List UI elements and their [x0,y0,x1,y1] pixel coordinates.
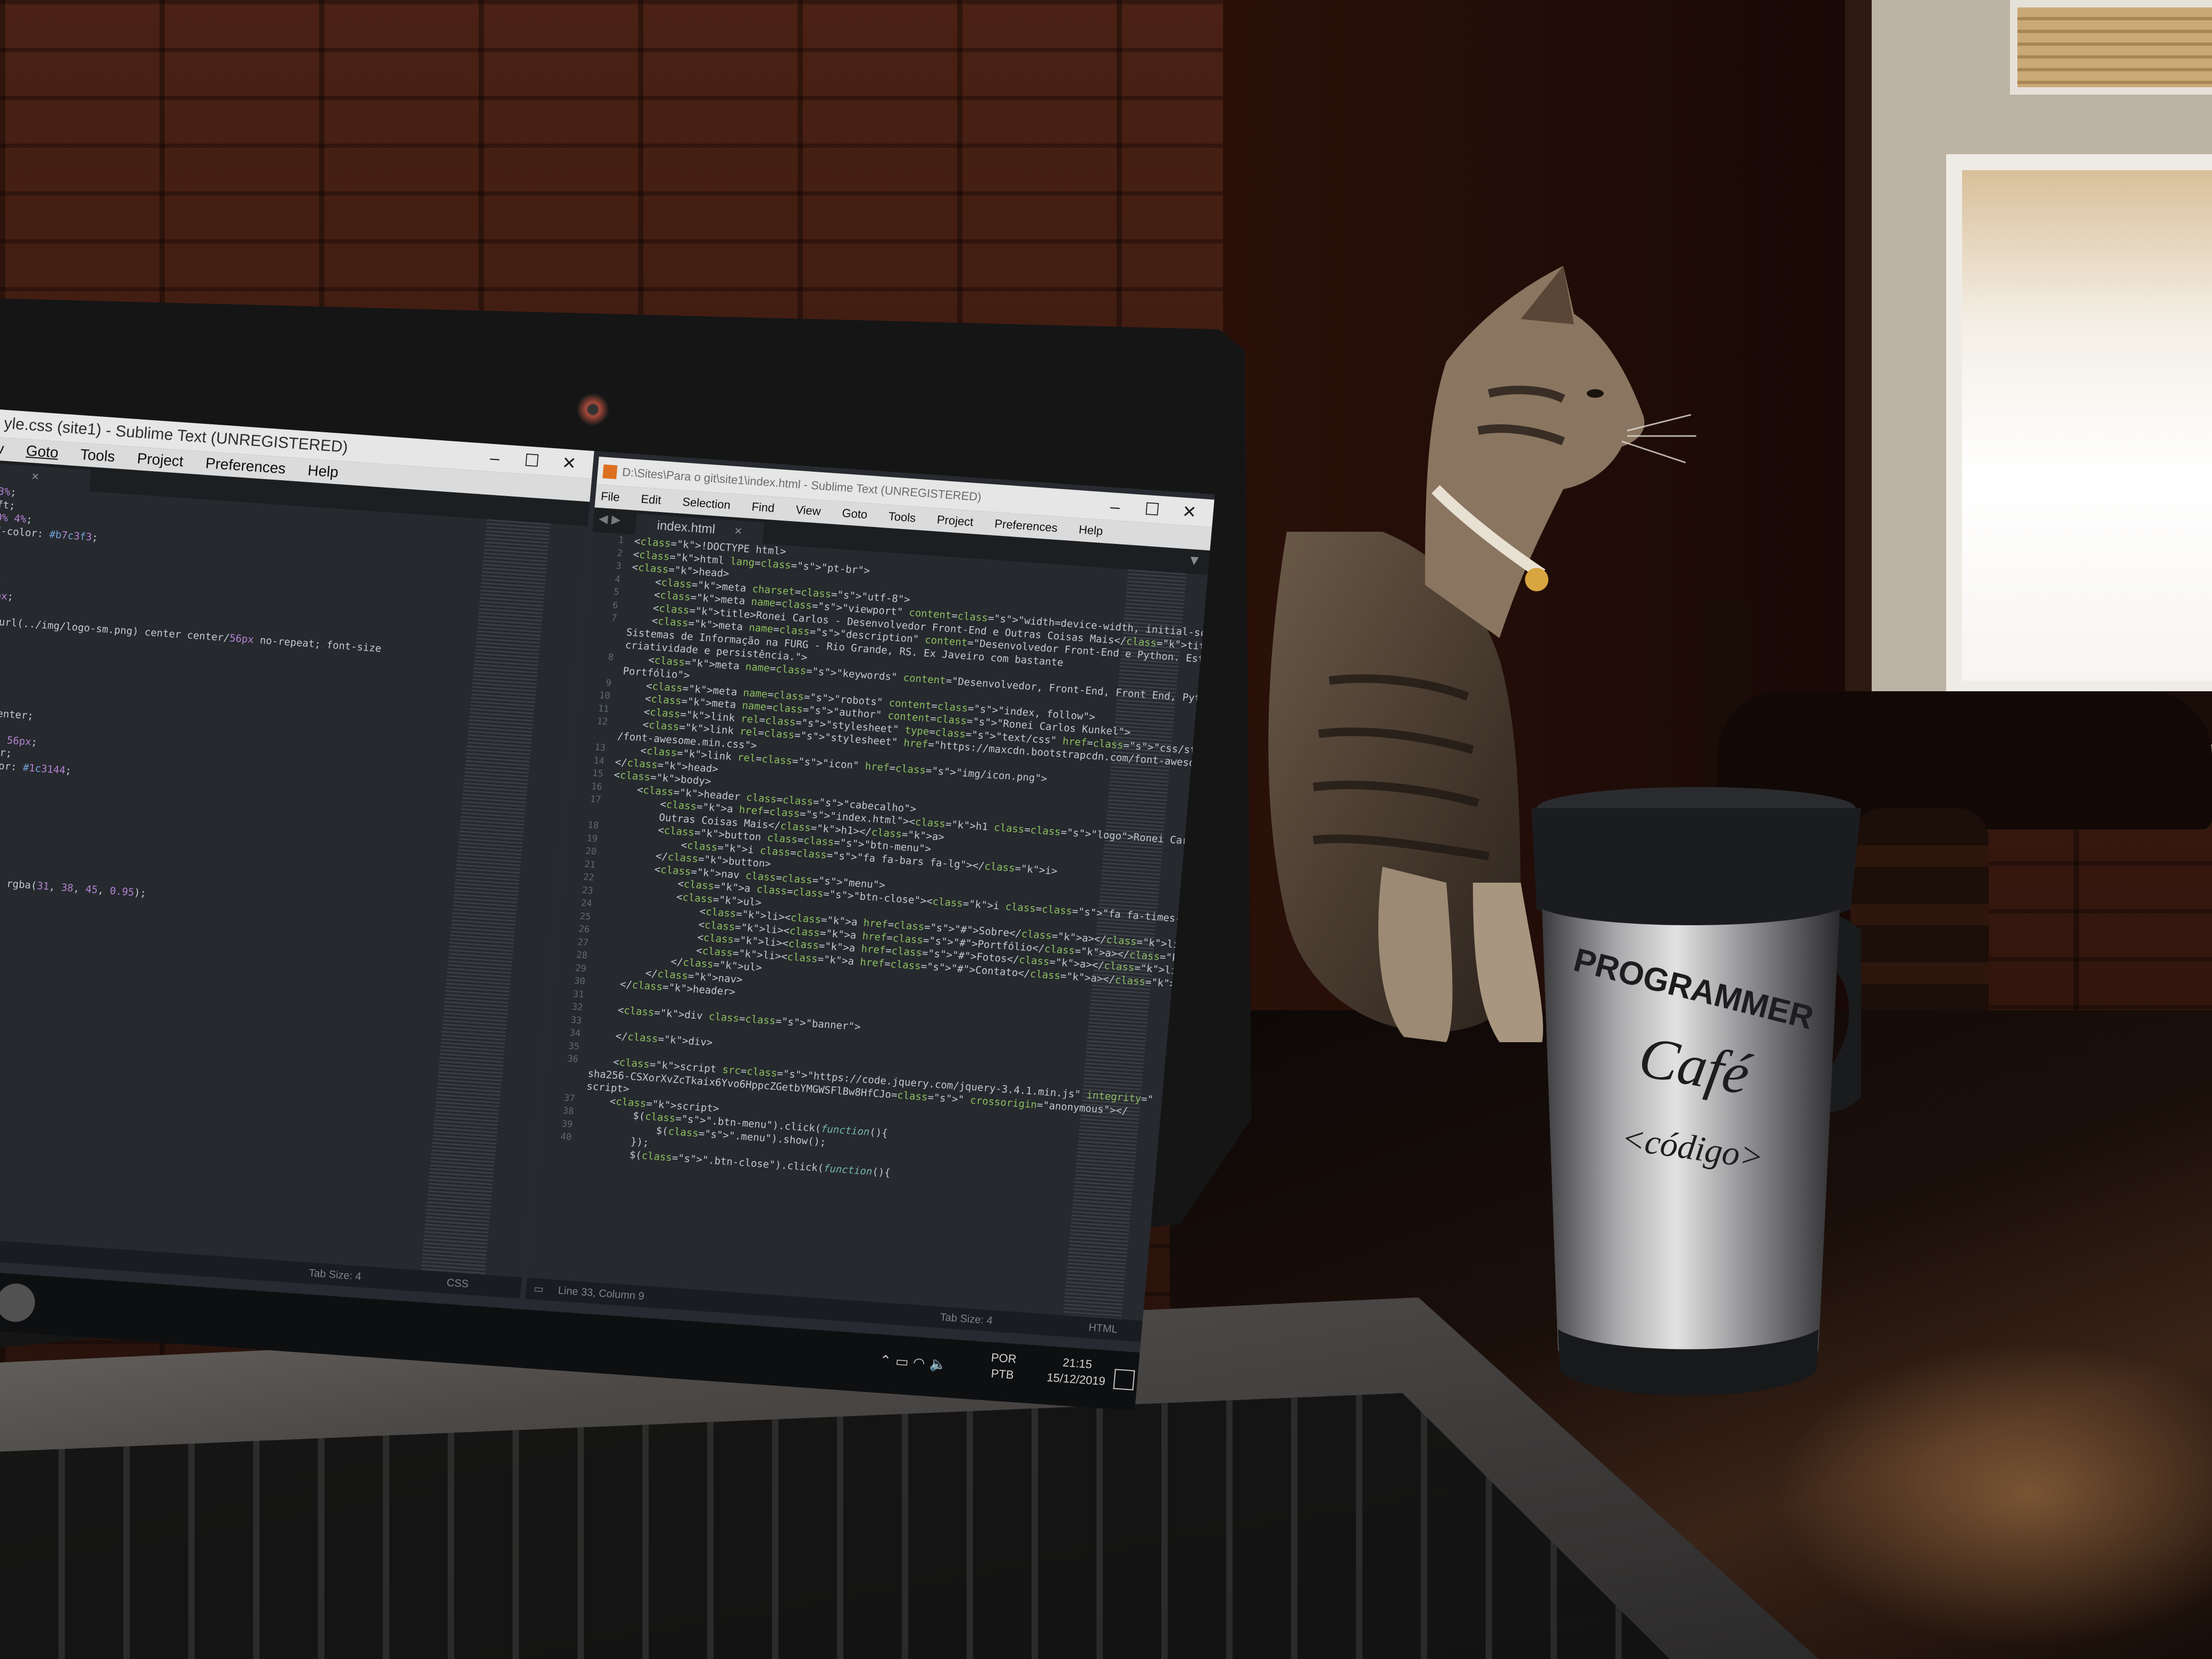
webcam [577,393,609,425]
laptop-screen: yle.css (site1) - Sublime Text (UNREGIST… [0,409,1215,1411]
menu-view[interactable]: v [0,440,5,457]
menu-view[interactable]: View [795,503,821,518]
code-area[interactable]: 3%;ft;0% 4%;d-color: #b7c3f3; x;5px;t;: … [0,485,487,1270]
editor-window-html: D:\Sites\Para o git\site1\index.html - S… [525,456,1215,1342]
clock-date: 15/12/2019 [1046,1370,1106,1388]
menu-preferences[interactable]: Preferences [205,455,286,476]
menu-file[interactable]: File [600,489,621,504]
menu-project[interactable]: Project [936,513,974,529]
editor-window-css: yle.css (site1) - Sublime Text (UNREGIST… [0,409,594,1299]
close-icon[interactable]: ✕ [1170,497,1209,527]
gimp-taskbar-icon[interactable] [0,1282,37,1323]
close-icon[interactable]: ✕ [549,448,589,479]
menu-goto[interactable]: Goto [842,506,868,521]
status-syntax[interactable]: HTML [1088,1317,1119,1340]
menu-help[interactable]: Help [307,462,339,481]
keyboard-layout: PTB [990,1367,1015,1382]
tab-label: index.html [656,518,716,537]
menu-project[interactable]: Project [137,450,185,470]
code-area[interactable]: <class="k">!DOCTYPE html> <class="k">html… [569,535,1214,1315]
notifications-icon[interactable] [1113,1369,1135,1390]
tab-nav-arrows-icon[interactable]: ◀ ▶ [598,512,621,527]
status-tab-size[interactable]: Tab Size: 4 [308,1262,362,1287]
maximize-icon[interactable]: ☐ [1133,494,1172,524]
system-tray-icons[interactable]: ⌃ ▭ ◠ 🔈 [879,1353,948,1373]
language-code: POR [990,1351,1017,1366]
menu-goto[interactable]: Goto [26,442,59,461]
language-indicator[interactable]: POR PTB [989,1350,1017,1383]
close-tab-icon[interactable]: × [31,469,39,484]
panel-toggle-icon[interactable]: ▭ [533,1278,544,1300]
maximize-icon[interactable]: ☐ [512,446,551,476]
travel-mug: PROGRAMMER Café <código> [1531,787,1861,1396]
tab-dropdown-icon[interactable]: ▼ [1189,554,1199,567]
status-tab-size[interactable]: Tab Size: 4 [939,1306,993,1331]
menu-help[interactable]: Help [1078,523,1103,538]
minimize-icon[interactable]: – [1095,491,1135,522]
window-top-pane [2010,0,2212,95]
menu-edit[interactable]: Edit [640,492,661,507]
menu-preferences[interactable]: Preferences [994,517,1058,534]
menu-tools[interactable]: Tools [888,509,916,524]
sublime-logo-icon [602,464,618,480]
minimize-icon[interactable]: – [475,443,514,473]
close-tab-icon[interactable]: × [734,524,742,539]
clock[interactable]: 21:15 15/12/2019 [1046,1354,1107,1389]
window-pane [1946,154,2212,697]
status-syntax[interactable]: CSS [446,1272,470,1295]
menu-tools[interactable]: Tools [80,446,116,465]
menu-selection[interactable]: Selection [682,495,731,512]
menu-find[interactable]: Find [751,500,775,515]
